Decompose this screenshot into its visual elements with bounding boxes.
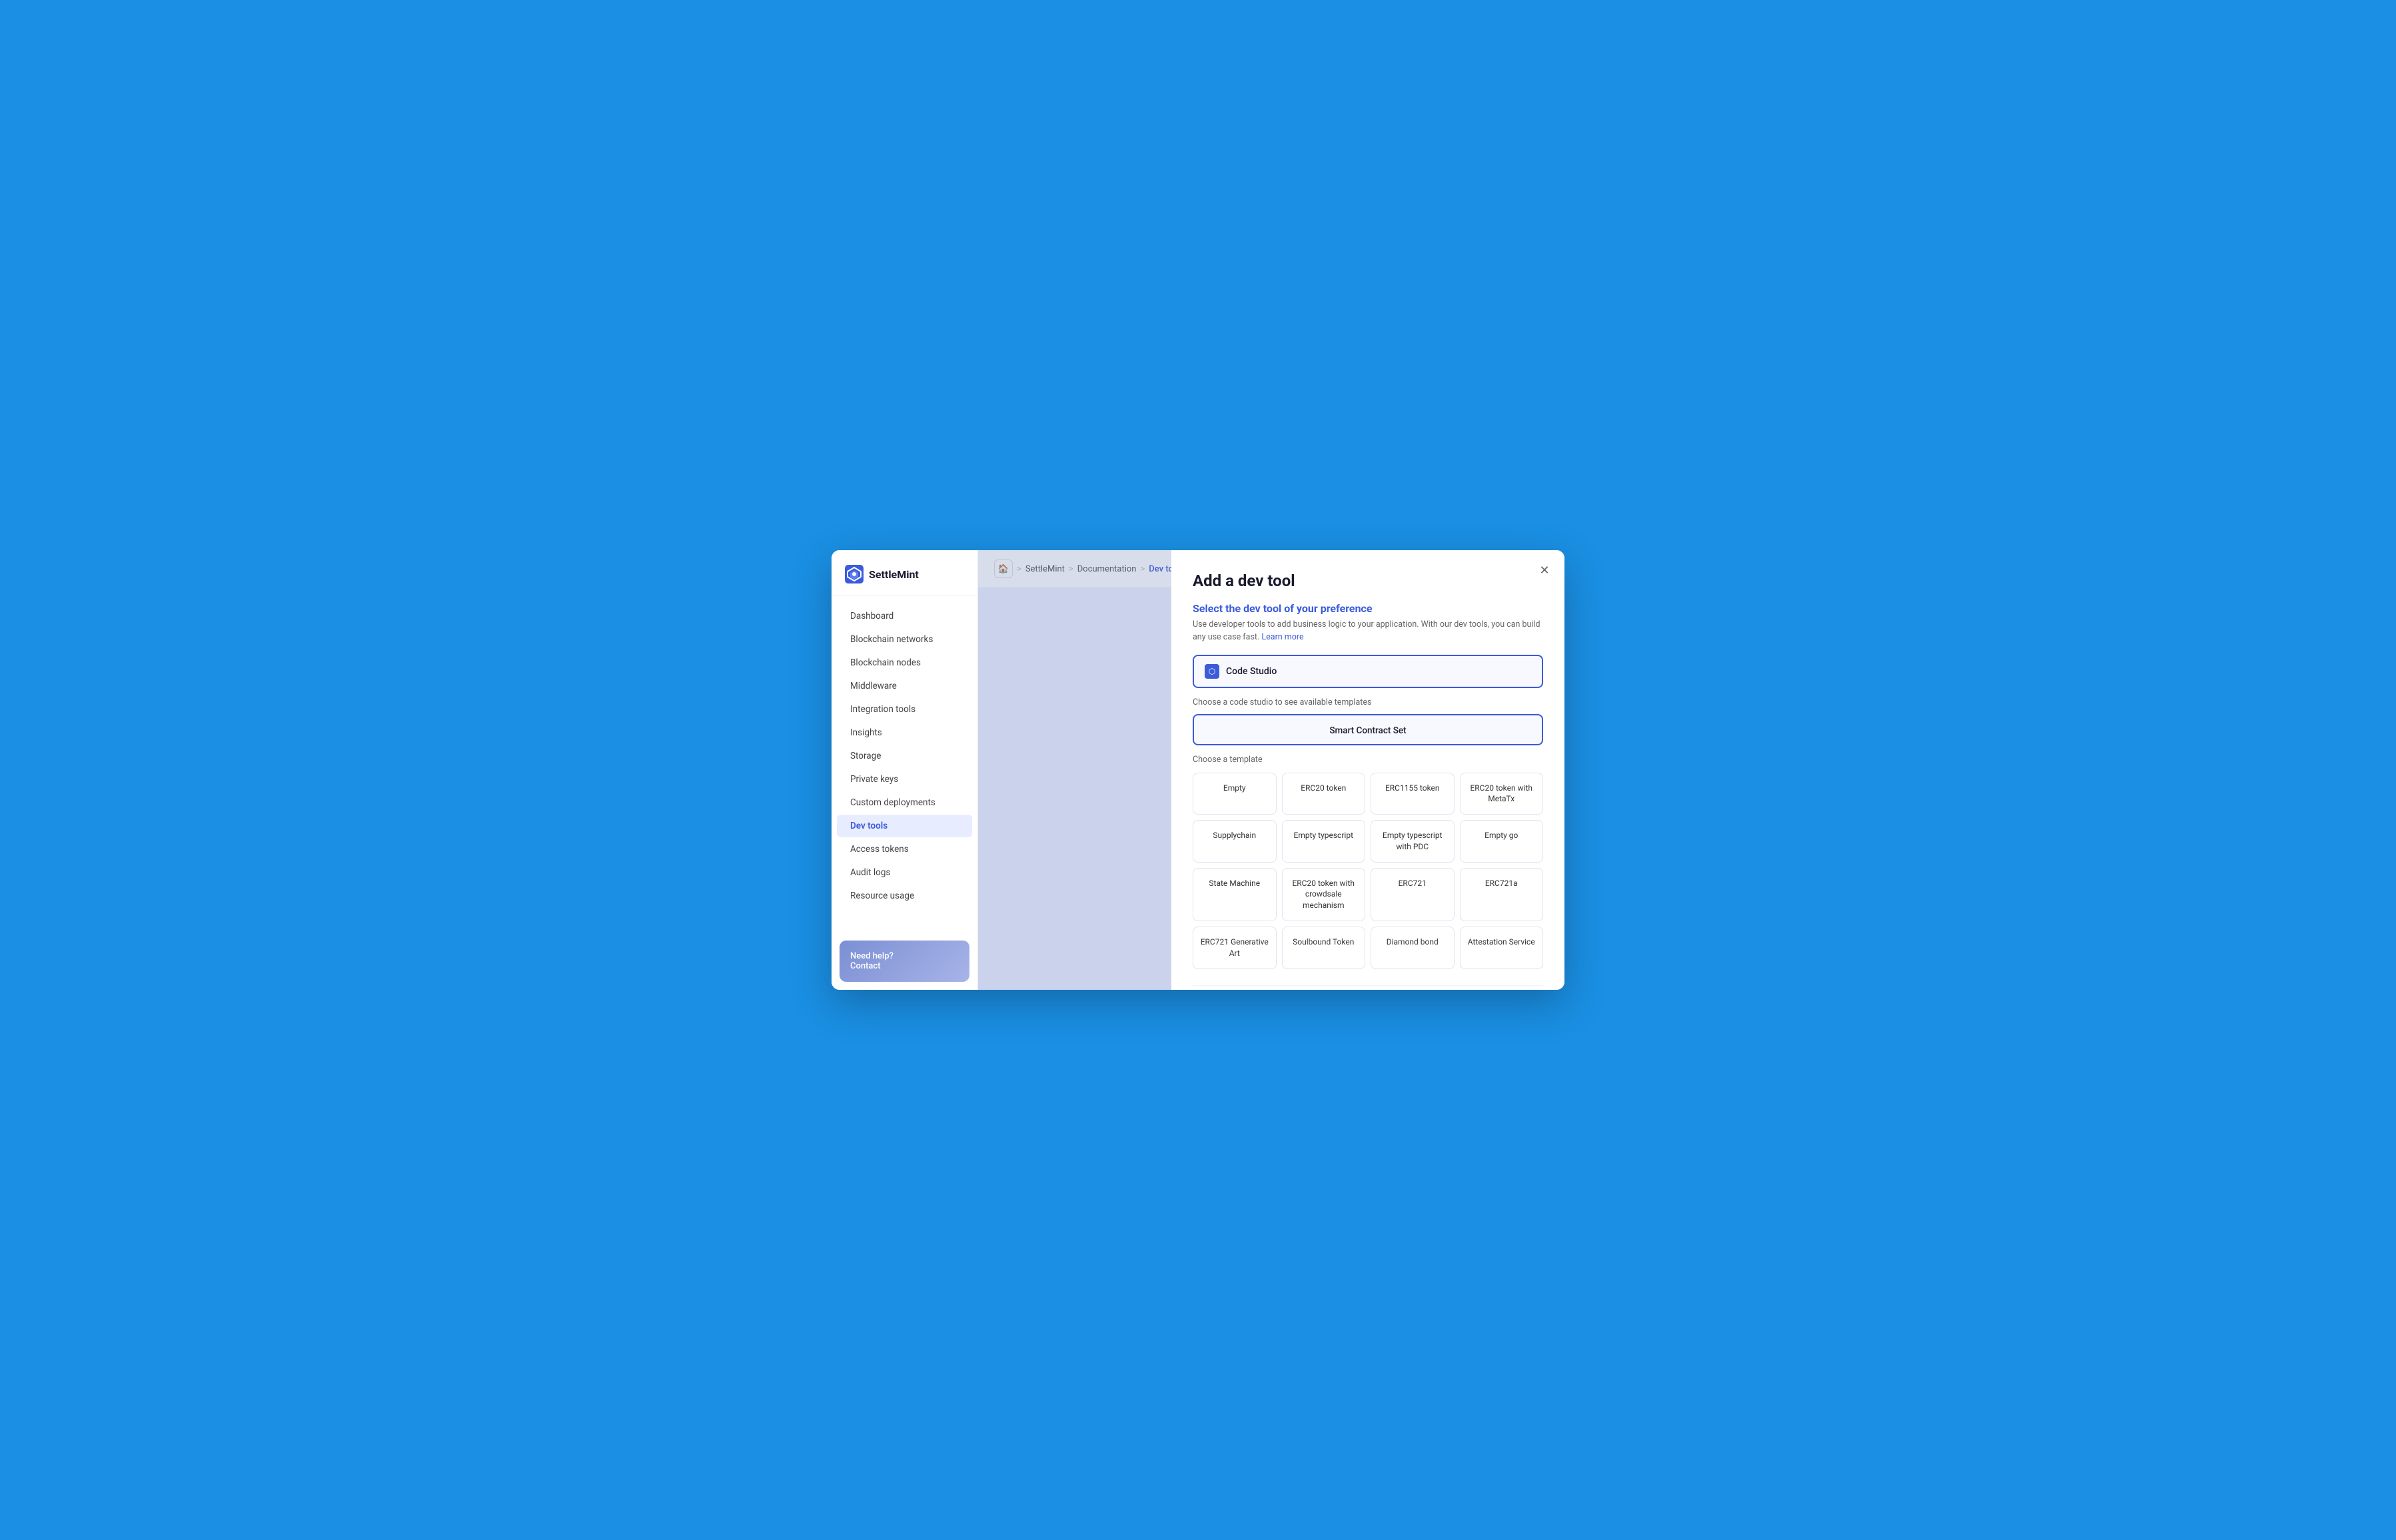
modal-close-button[interactable]: ✕ [1535,561,1554,579]
add-dev-tool-modal: ✕ Add a dev tool Select the dev tool of … [1171,550,1564,990]
modal-subtitle: Select the dev tool of your preference [1193,602,1543,615]
sidebar-item-blockchain-nodes[interactable]: Blockchain nodes [837,651,972,674]
code-studio-label: Code Studio [1226,666,1277,677]
code-studio-selector[interactable]: ⬡ Code Studio [1193,655,1543,688]
modal-overlay: ✕ Add a dev tool Select the dev tool of … [978,550,1564,990]
sidebar-item-resource-usage[interactable]: Resource usage [837,885,972,907]
template-item-soulbound[interactable]: Soulbound Token [1282,927,1366,969]
template-item-erc20-metatx[interactable]: ERC20 token with MetaTx [1460,773,1544,815]
smart-contract-set-label: Smart Contract Set [1329,725,1406,736]
template-item-empty-go[interactable]: Empty go [1460,820,1544,863]
template-item-erc721[interactable]: ERC721 [1371,868,1455,921]
sidebar-item-storage[interactable]: Storage [837,745,972,767]
main-content: 🏠 > SettleMint > Documentation > Dev too… [978,550,1564,990]
smart-contract-set-selector[interactable]: Smart Contract Set [1193,714,1543,745]
template-item-empty-typescript[interactable]: Empty typescript [1282,820,1366,863]
logo-text: SettleMint [869,568,919,581]
template-item-attestation-service[interactable]: Attestation Service [1460,927,1544,969]
template-item-erc721-generative[interactable]: ERC721 Generative Art [1193,927,1277,969]
sidebar-item-access-tokens[interactable]: Access tokens [837,838,972,861]
sidebar-item-custom-deployments[interactable]: Custom deployments [837,791,972,814]
sidebar-logo: SettleMint [832,550,977,596]
app-window: SettleMint DashboardBlockchain networksB… [832,550,1564,990]
modal-title: Add a dev tool [1193,572,1543,590]
help-line2: Contact [850,961,959,971]
sidebar-item-integration-tools[interactable]: Integration tools [837,698,972,721]
sidebar-help[interactable]: Need help? Contact [840,941,969,982]
sidebar-item-dev-tools[interactable]: Dev tools [837,815,972,837]
sidebar-item-audit-logs[interactable]: Audit logs [837,861,972,884]
template-item-empty-ts-pdc[interactable]: Empty typescript with PDC [1371,820,1455,863]
code-studio-icon: ⬡ [1205,664,1219,679]
sidebar-item-middleware[interactable]: Middleware [837,675,972,697]
template-grid: EmptyERC20 tokenERC1155 tokenERC20 token… [1193,773,1543,969]
sidebar-item-blockchain-networks[interactable]: Blockchain networks [837,628,972,651]
sidebar-item-private-keys[interactable]: Private keys [837,768,972,791]
modal-footer: Cancel Continue [1193,985,1543,990]
template-item-state-machine[interactable]: State Machine [1193,868,1277,921]
help-line1: Need help? [850,951,959,961]
sidebar: SettleMint DashboardBlockchain networksB… [832,550,978,990]
choose-template-label: Choose a template [1193,755,1543,765]
sidebar-item-insights[interactable]: Insights [837,721,972,744]
learn-more-link[interactable]: Learn more [1261,632,1303,642]
template-item-erc20-token[interactable]: ERC20 token [1282,773,1366,815]
template-item-empty[interactable]: Empty [1193,773,1277,815]
template-item-erc1155-token[interactable]: ERC1155 token [1371,773,1455,815]
settlemint-logo-icon [845,565,864,583]
template-item-supplychain[interactable]: Supplychain [1193,820,1277,863]
choose-code-studio-label: Choose a code studio to see available te… [1193,697,1543,707]
sidebar-item-dashboard[interactable]: Dashboard [837,605,972,627]
modal-description: Use developer tools to add business logi… [1193,619,1543,644]
template-item-erc20-crowdsale[interactable]: ERC20 token with crowdsale mechanism [1282,868,1366,921]
template-item-erc721a[interactable]: ERC721a [1460,868,1544,921]
template-item-diamond-bond[interactable]: Diamond bond [1371,927,1455,969]
sidebar-nav: DashboardBlockchain networksBlockchain n… [832,596,977,933]
